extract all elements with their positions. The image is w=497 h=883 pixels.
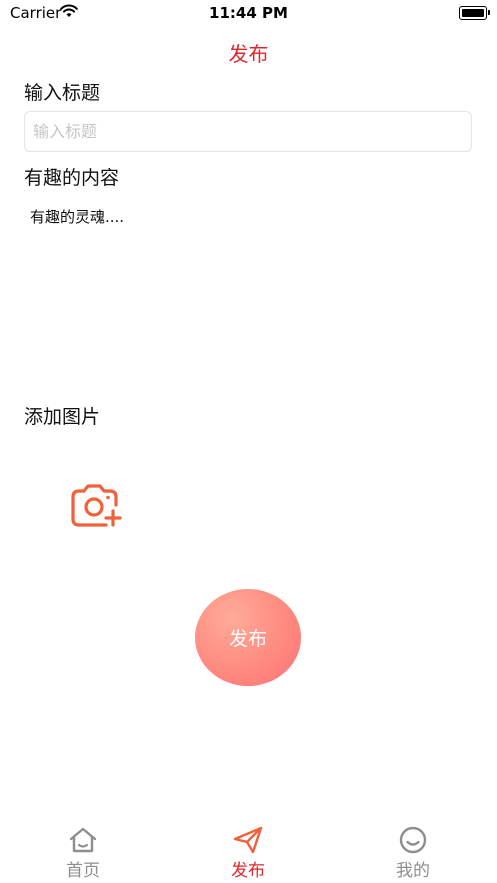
add-photo-button[interactable] — [70, 483, 122, 529]
title-input[interactable] — [24, 111, 472, 152]
tab-bar: 首页 发布 我的 — [0, 822, 497, 883]
battery-icon — [459, 6, 490, 20]
smiley-icon — [399, 826, 427, 854]
status-bar: Carrier 11:44 PM — [0, 0, 497, 26]
tab-publish-label: 发布 — [231, 861, 265, 881]
content-label: 有趣的内容 — [24, 167, 120, 189]
publish-screen: Carrier 11:44 PM 发布 输入标题 有趣的内容 有趣的灵魂....… — [0, 0, 497, 883]
add-image-label: 添加图片 — [24, 406, 101, 428]
status-time: 11:44 PM — [209, 4, 288, 22]
publish-button[interactable]: 发布 — [195, 589, 301, 686]
title-label: 输入标题 — [24, 82, 101, 104]
tab-home[interactable]: 首页 — [43, 826, 123, 881]
tab-me[interactable]: 我的 — [373, 826, 453, 881]
camera-plus-icon — [71, 484, 122, 527]
tab-me-label: 我的 — [396, 861, 430, 881]
tab-publish[interactable]: 发布 — [208, 826, 288, 881]
paper-plane-icon — [233, 826, 263, 854]
tab-home-label: 首页 — [66, 861, 100, 881]
content-textarea[interactable]: 有趣的灵魂.... — [24, 198, 472, 388]
home-icon — [69, 827, 97, 853]
page-title: 发布 — [228, 42, 269, 66]
